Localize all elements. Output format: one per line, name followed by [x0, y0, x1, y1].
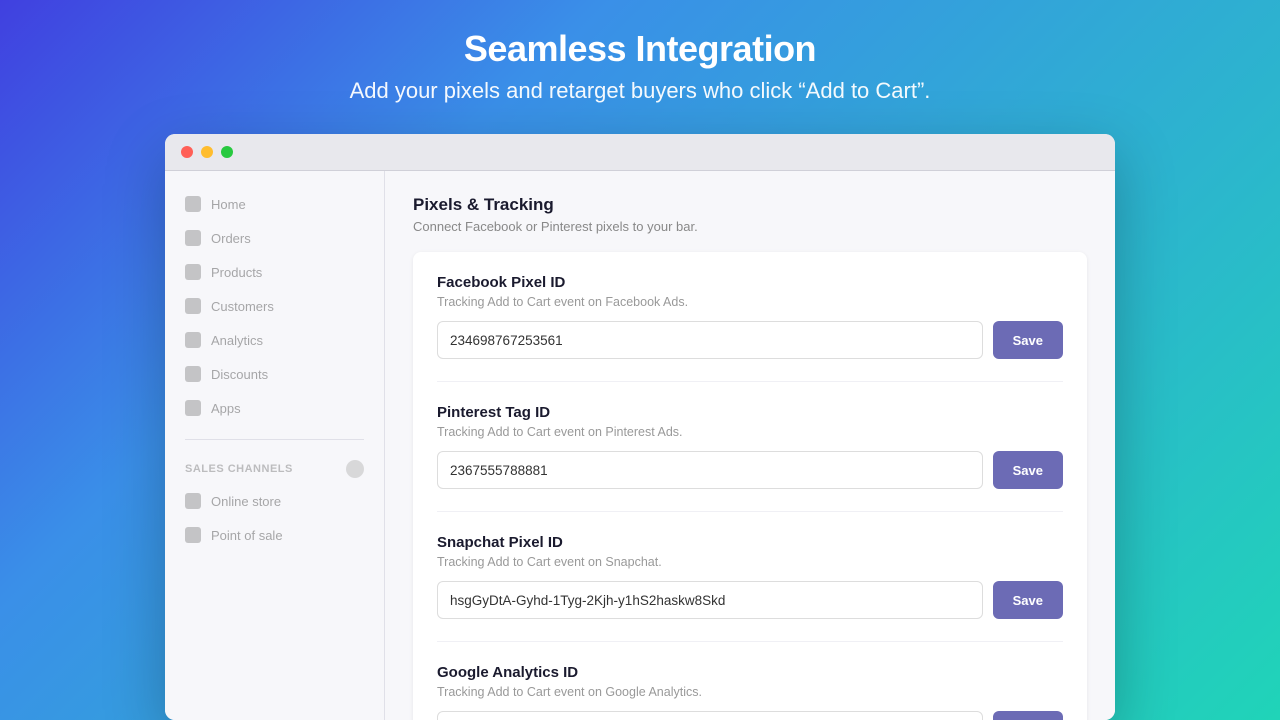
- facebook-save-button[interactable]: Save: [993, 321, 1063, 359]
- page-title: Seamless Integration: [350, 28, 931, 70]
- section-title: Pixels & Tracking: [413, 195, 1087, 215]
- sidebar-item-orders[interactable]: Orders: [165, 221, 384, 255]
- facebook-pixel-row: Save: [437, 321, 1063, 359]
- pos-icon: [185, 527, 201, 543]
- apps-icon: [185, 400, 201, 416]
- snapchat-save-button[interactable]: Save: [993, 581, 1063, 619]
- google-analytics-save-button[interactable]: Save: [993, 711, 1063, 720]
- pinterest-pixel-title: Pinterest Tag ID: [437, 404, 1063, 421]
- window-titlebar: [165, 134, 1115, 171]
- pinterest-pixel-section: Pinterest Tag ID Tracking Add to Cart ev…: [437, 404, 1063, 512]
- sidebar-item-online-store[interactable]: Online store: [165, 484, 384, 518]
- google-analytics-row: Save: [437, 711, 1063, 720]
- pixels-card: Facebook Pixel ID Tracking Add to Cart e…: [413, 252, 1087, 720]
- facebook-pixel-section: Facebook Pixel ID Tracking Add to Cart e…: [437, 274, 1063, 382]
- pinterest-save-button[interactable]: Save: [993, 451, 1063, 489]
- orders-icon: [185, 230, 201, 246]
- sidebar-item-products[interactable]: Products: [165, 255, 384, 289]
- online-store-icon: [185, 493, 201, 509]
- sidebar-item-discounts[interactable]: Discounts: [165, 357, 384, 391]
- window-body: Home Orders Products Customers Analytics…: [165, 171, 1115, 720]
- sidebar-item-pos[interactable]: Point of sale: [165, 518, 384, 552]
- sidebar-divider: [185, 439, 364, 440]
- facebook-pixel-title: Facebook Pixel ID: [437, 274, 1063, 291]
- google-analytics-input[interactable]: [437, 711, 983, 720]
- pinterest-pixel-input[interactable]: [437, 451, 983, 489]
- snapchat-pixel-title: Snapchat Pixel ID: [437, 534, 1063, 551]
- sidebar-section-channels: Sales channels: [165, 454, 384, 484]
- products-icon: [185, 264, 201, 280]
- facebook-pixel-desc: Tracking Add to Cart event on Facebook A…: [437, 295, 1063, 309]
- section-subtitle: Connect Facebook or Pinterest pixels to …: [413, 219, 1087, 234]
- snapchat-pixel-desc: Tracking Add to Cart event on Snapchat.: [437, 555, 1063, 569]
- sidebar: Home Orders Products Customers Analytics…: [165, 171, 385, 720]
- sidebar-item-analytics[interactable]: Analytics: [165, 323, 384, 357]
- page-subtitle: Add your pixels and retarget buyers who …: [350, 78, 931, 104]
- main-content: Pixels & Tracking Connect Facebook or Pi…: [385, 171, 1115, 720]
- discounts-icon: [185, 366, 201, 382]
- google-analytics-title: Google Analytics ID: [437, 664, 1063, 681]
- pinterest-pixel-desc: Tracking Add to Cart event on Pinterest …: [437, 425, 1063, 439]
- pinterest-pixel-row: Save: [437, 451, 1063, 489]
- fullscreen-button[interactable]: [221, 146, 233, 158]
- close-button[interactable]: [181, 146, 193, 158]
- snapchat-pixel-input[interactable]: [437, 581, 983, 619]
- facebook-pixel-input[interactable]: [437, 321, 983, 359]
- snapchat-pixel-section: Snapchat Pixel ID Tracking Add to Cart e…: [437, 534, 1063, 642]
- sidebar-item-home[interactable]: Home: [165, 187, 384, 221]
- customers-icon: [185, 298, 201, 314]
- sidebar-item-customers[interactable]: Customers: [165, 289, 384, 323]
- google-analytics-section: Google Analytics ID Tracking Add to Cart…: [437, 664, 1063, 720]
- home-icon: [185, 196, 201, 212]
- page-header: Seamless Integration Add your pixels and…: [330, 0, 951, 124]
- snapchat-pixel-row: Save: [437, 581, 1063, 619]
- google-analytics-desc: Tracking Add to Cart event on Google Ana…: [437, 685, 1063, 699]
- analytics-icon: [185, 332, 201, 348]
- add-channel-button[interactable]: [346, 460, 364, 478]
- app-window: Home Orders Products Customers Analytics…: [165, 134, 1115, 720]
- minimize-button[interactable]: [201, 146, 213, 158]
- sidebar-item-apps[interactable]: Apps: [165, 391, 384, 425]
